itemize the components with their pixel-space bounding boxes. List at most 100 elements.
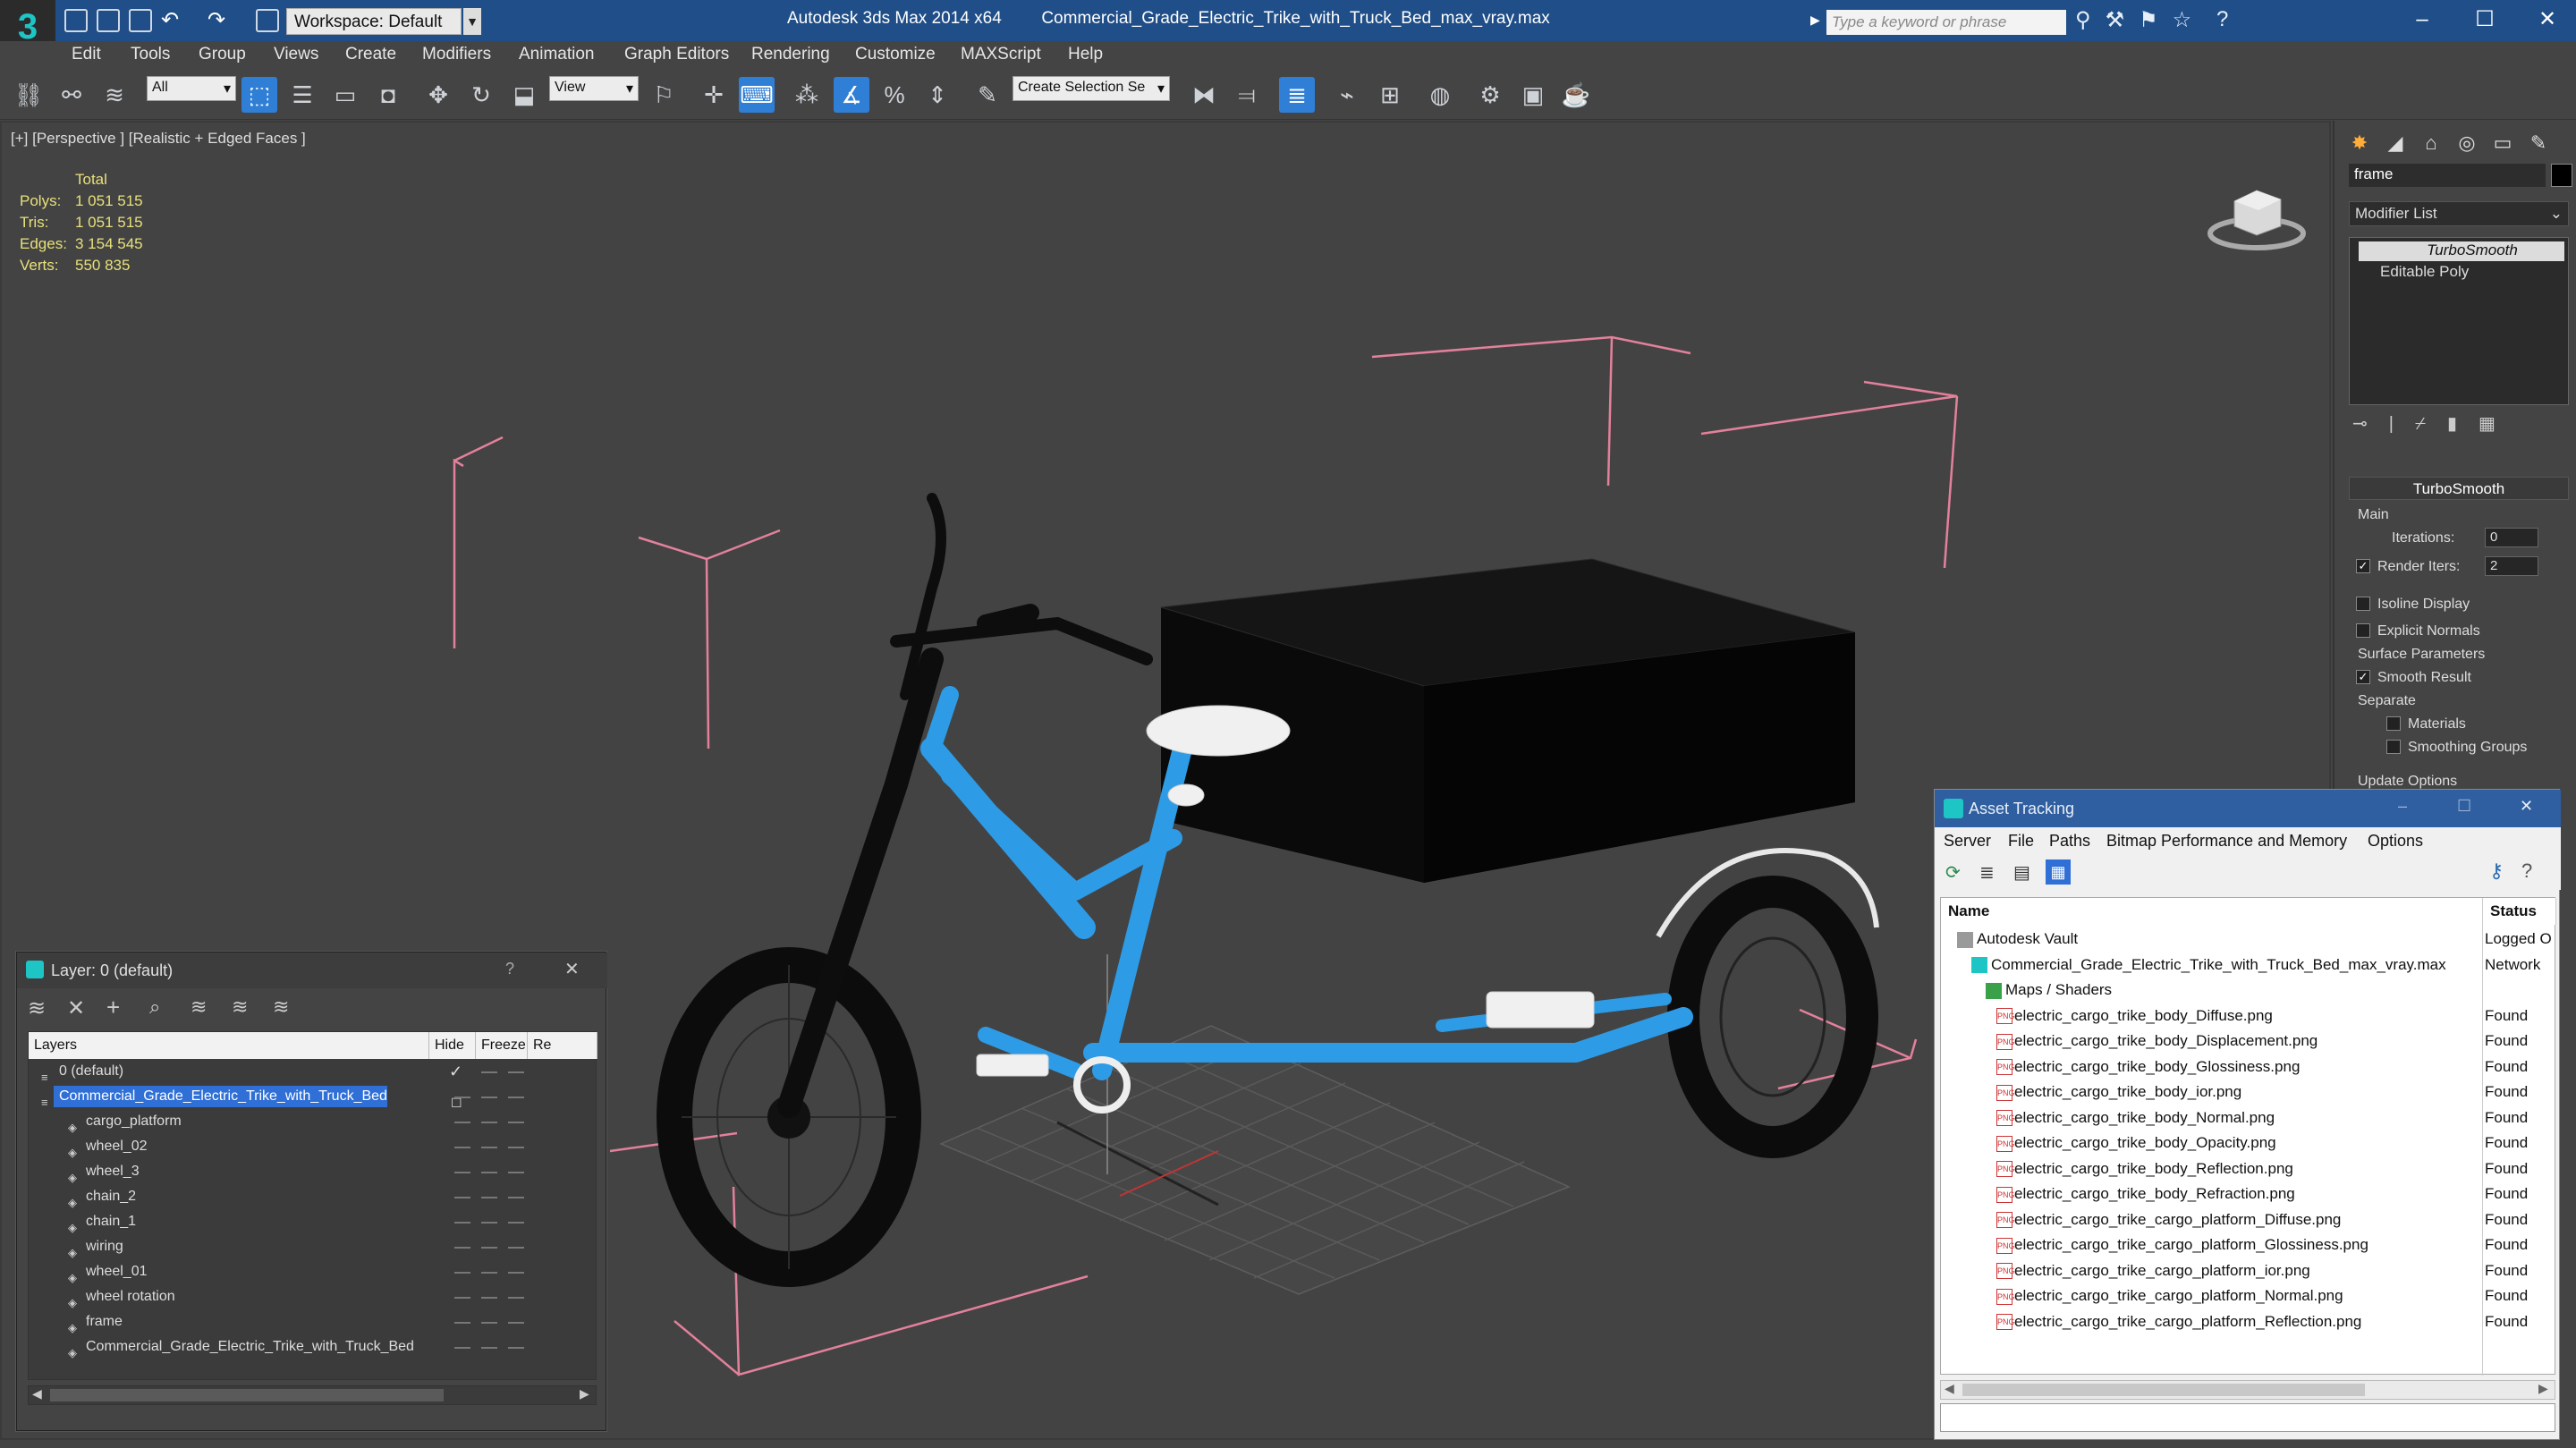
angle-snap-icon[interactable]: ∡ — [834, 77, 869, 113]
asset-horizontal-scrollbar[interactable]: ◀ ▶ — [1940, 1380, 2555, 1400]
asset-row[interactable]: PNGelectric_cargo_trike_body_Displacemen… — [1941, 1029, 2556, 1054]
freeze-toggle[interactable] — [508, 1272, 524, 1274]
undo-icon[interactable]: ↶ — [161, 7, 179, 33]
asset-window-title[interactable]: Asset Tracking – ☐ ✕ — [1935, 790, 2561, 827]
freeze-toggle[interactable] — [508, 1097, 524, 1098]
menu-customize[interactable]: Customize — [855, 45, 936, 64]
create-layer-icon[interactable]: ≋ — [28, 995, 46, 1021]
object-name-field[interactable]: frame — [2349, 164, 2546, 187]
asset-menu-server[interactable]: Server — [1944, 832, 1991, 851]
asset-row[interactable]: PNGelectric_cargo_trike_cargo_platform_i… — [1941, 1258, 2556, 1283]
menu-animation[interactable]: Animation — [519, 45, 595, 64]
asset-row[interactable]: Commercial_Grade_Electric_Trike_with_Tru… — [1941, 953, 2556, 978]
stack-item-editable-poly[interactable]: Editable Poly — [2359, 263, 2564, 283]
keyboard-shortcut-icon[interactable]: ⌨ — [739, 77, 775, 113]
layer-row[interactable]: ◈ wheel rotation — [29, 1284, 597, 1309]
layer-row[interactable]: ≡ 0 (default) ✓ — [29, 1059, 597, 1084]
maximize-icon[interactable]: ☐ — [2457, 797, 2471, 816]
add-to-layer-icon[interactable]: + — [106, 994, 120, 1021]
detail-view-icon[interactable]: ▤ — [2013, 861, 2030, 884]
freeze-toggle[interactable] — [508, 1247, 524, 1249]
layer-name[interactable]: wheel_01 — [80, 1261, 148, 1283]
freeze-toggle[interactable] — [481, 1097, 497, 1098]
asset-row[interactable]: Autodesk Vault Logged O — [1941, 927, 2556, 952]
open-file-icon[interactable] — [97, 9, 120, 32]
percent-snap-icon[interactable]: % — [877, 77, 912, 113]
menu-maxscript[interactable]: MAXScript — [961, 45, 1041, 64]
highlight-layer-icon[interactable]: ≋ — [191, 995, 207, 1019]
menu-modifiers[interactable]: Modifiers — [422, 45, 491, 64]
col-status[interactable]: Status — [2483, 898, 2556, 925]
vault-login-icon[interactable]: ⚷ — [2489, 859, 2504, 883]
material-editor-icon[interactable]: ◍ — [1422, 77, 1458, 113]
close-icon[interactable]: ✕ — [2520, 797, 2533, 816]
asset-row[interactable]: PNGelectric_cargo_trike_body_Normal.png F… — [1941, 1105, 2556, 1130]
select-object-icon[interactable]: ⬚ — [242, 77, 277, 113]
freeze-toggle[interactable] — [481, 1347, 497, 1349]
freeze-toggle[interactable] — [481, 1197, 497, 1198]
utilities-tab-icon[interactable]: ✎ — [2522, 128, 2555, 158]
layer-name[interactable]: wheel rotation — [80, 1286, 175, 1308]
scroll-thumb[interactable] — [1962, 1384, 2365, 1396]
asset-row[interactable]: PNGelectric_cargo_trike_cargo_platform_G… — [1941, 1232, 2556, 1257]
isoline-checkbox[interactable] — [2356, 597, 2370, 611]
freeze-toggle[interactable] — [481, 1172, 497, 1173]
explicit-normals-checkbox[interactable] — [2356, 623, 2370, 638]
layer-name[interactable]: chain_1 — [80, 1211, 136, 1232]
menu-group[interactable]: Group — [199, 45, 246, 64]
menu-help[interactable]: Help — [1068, 45, 1103, 64]
col-hide[interactable]: Hide — [429, 1032, 476, 1059]
freeze-toggle[interactable] — [481, 1122, 497, 1123]
freeze-toggle[interactable] — [508, 1297, 524, 1299]
minimize-icon[interactable]: – — [2398, 797, 2407, 816]
freeze-all-layers-icon[interactable]: ≋ — [273, 995, 289, 1019]
search-input[interactable]: Type a keyword or phrase — [1826, 10, 2066, 35]
snaps-toggle-icon[interactable]: ⁂ — [789, 77, 825, 113]
help-icon[interactable]: ? — [2216, 7, 2228, 32]
col-render[interactable]: Re — [528, 1032, 597, 1059]
freeze-toggle[interactable] — [508, 1071, 524, 1073]
hide-toggle[interactable] — [454, 1122, 470, 1123]
project-folder-icon[interactable] — [256, 9, 279, 32]
asset-menu-file[interactable]: File — [2008, 832, 2034, 851]
manipulate-icon[interactable]: ✛ — [696, 77, 732, 113]
freeze-toggle[interactable] — [508, 1122, 524, 1123]
selection-filter-dropdown[interactable]: All ▾ — [147, 76, 236, 101]
select-in-layer-icon[interactable]: ⌕ — [149, 995, 160, 1019]
maximize-icon[interactable]: ☐ — [2458, 4, 2512, 36]
asset-row[interactable]: PNGelectric_cargo_trike_body_Refraction.… — [1941, 1181, 2556, 1207]
asset-row[interactable]: PNGelectric_cargo_trike_body_Reflection.… — [1941, 1156, 2556, 1181]
hide-toggle[interactable] — [454, 1322, 470, 1324]
col-freeze[interactable]: Freeze — [476, 1032, 528, 1059]
freeze-toggle[interactable] — [508, 1197, 524, 1198]
asset-row[interactable]: PNGelectric_cargo_trike_cargo_platform_N… — [1941, 1283, 2556, 1308]
align-icon[interactable]: ⫤ — [1229, 77, 1265, 113]
asset-menu-options[interactable]: Options — [2368, 832, 2423, 851]
modifier-list-dropdown[interactable]: Modifier List ⌄ — [2349, 201, 2569, 226]
hide-toggle[interactable] — [454, 1222, 470, 1224]
stack-item-turbosmooth[interactable]: TurboSmooth — [2359, 241, 2564, 261]
menu-graph-editors[interactable]: Graph Editors — [624, 45, 729, 64]
freeze-toggle[interactable] — [481, 1247, 497, 1249]
chevron-down-icon[interactable]: ▼ — [463, 8, 481, 35]
stack-tool-icons[interactable]: ⊸|⌿▮▦ — [2352, 412, 2517, 435]
new-file-icon[interactable] — [64, 9, 88, 32]
motion-tab-icon[interactable]: ◎ — [2451, 128, 2483, 158]
layer-row[interactable]: ◈ frame — [29, 1309, 597, 1334]
hide-toggle[interactable] — [454, 1272, 470, 1274]
ref-coord-dropdown[interactable]: View ▾ — [549, 76, 639, 101]
freeze-toggle[interactable] — [508, 1147, 524, 1148]
current-layer-check-icon[interactable]: ✓ — [449, 1059, 462, 1084]
rendered-frame-icon[interactable]: ▣ — [1515, 77, 1551, 113]
hide-toggle[interactable] — [454, 1297, 470, 1299]
object-color-swatch[interactable] — [2551, 164, 2572, 187]
layer-name[interactable]: wiring — [80, 1236, 123, 1257]
help-icon[interactable]: ? — [2521, 859, 2532, 883]
freeze-toggle[interactable] — [508, 1322, 524, 1324]
hide-toggle[interactable] — [454, 1347, 470, 1349]
layer-name[interactable]: chain_2 — [80, 1186, 136, 1207]
redo-icon[interactable]: ↷ — [208, 7, 225, 33]
rotate-icon[interactable]: ↻ — [463, 77, 499, 113]
named-selection-dropdown[interactable]: Create Selection Se ▾ — [1013, 76, 1170, 101]
unlink-icon[interactable]: ⚯ — [54, 77, 89, 113]
